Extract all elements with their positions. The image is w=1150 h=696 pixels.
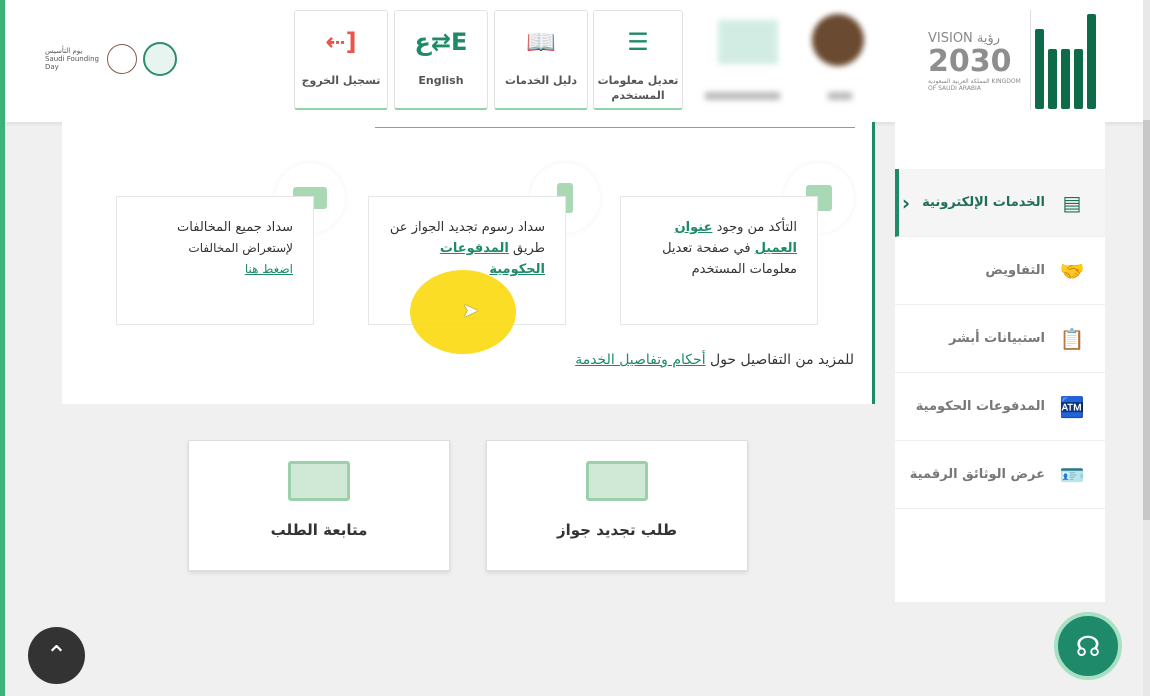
track-request-icon [288, 461, 350, 501]
more-details: للمزيد من التفاصيل حول أحكام وتفاصيل الخ… [575, 352, 854, 368]
scrollbar[interactable] [1143, 0, 1150, 696]
payments-icon: 🏧 [1059, 394, 1085, 419]
avatar[interactable] [812, 14, 864, 66]
blurred-label [705, 92, 780, 100]
logo-divider [1030, 10, 1031, 110]
support-button[interactable]: ☊ [1054, 612, 1122, 680]
chevron-up-icon: ⌃ [45, 640, 68, 671]
mouse-cursor-icon: ➤ [462, 298, 479, 322]
scrollbar-thumb[interactable] [1143, 120, 1150, 520]
divider [375, 127, 855, 128]
survey-icon: 📋 [1059, 326, 1085, 351]
info-card-address: التأكد من وجود عنوان العميل في صفحة تعدي… [620, 196, 818, 325]
ministry-seal [143, 42, 177, 76]
book-icon: 📖 [526, 28, 556, 56]
sidebar-item-gov-payments[interactable]: 🏧 المدفوعات الحكومية [895, 373, 1105, 441]
sidebar-item-eservices[interactable]: ▤ الخدمات الإلكترونية ‹ [895, 169, 1105, 237]
terms-link[interactable]: أحكام وتفاصيل الخدمة [575, 352, 705, 368]
handshake-icon: 🤝 [1059, 258, 1085, 283]
services-guide-button[interactable]: 📖 دليل الخدمات [494, 10, 588, 110]
sidebar-item-digital-documents[interactable]: 🪪 عرض الوثائق الرقمية [895, 441, 1105, 509]
vision-2030-logo: VISION رؤية 2030 المملكة العربية السعودية … [928, 31, 1021, 93]
founding-day-logos: يوم التأسيس Saudi Founding Day [45, 42, 177, 76]
founding-day-logo: يوم التأسيس Saudi Founding Day [45, 47, 99, 71]
founding-day-emblem [107, 44, 137, 74]
renew-passport-button[interactable]: طلب تجديد جواز [486, 440, 748, 571]
click-here-link[interactable]: اضغط هنا [137, 259, 293, 280]
absher-logo [1035, 14, 1096, 109]
eservices-icon: ▤ [1062, 190, 1082, 215]
sidebar-item-surveys[interactable]: 📋 استبيانات أبشر [895, 305, 1105, 373]
logout-icon: ⇠] [325, 28, 357, 56]
chevron-left-icon: ‹ [901, 190, 911, 215]
scroll-to-top-button[interactable]: ⌃ [28, 627, 85, 684]
edit-user-info-button[interactable]: ☰ تعديل معلومات المستخدم [593, 10, 683, 110]
english-button[interactable]: ع⇄E English [394, 10, 488, 110]
sidebar: ▤ الخدمات الإلكترونية ‹ 🤝 التفاويض 📋 استبيان… [895, 122, 1105, 602]
info-card-violations: سداد جميع المخالفات لإستعراض المخالفات اضغ… [116, 196, 314, 325]
headset-icon: ☊ [1075, 629, 1101, 663]
language-icon: ع⇄E [414, 28, 468, 56]
blurred-username [828, 92, 852, 100]
track-request-button[interactable]: متابعة الطلب [188, 440, 450, 571]
documents-icon: 🪪 [1059, 462, 1085, 487]
sliders-icon: ☰ [627, 28, 649, 56]
renew-passport-icon [586, 461, 648, 501]
sidebar-item-delegations[interactable]: 🤝 التفاويض [895, 237, 1105, 305]
logout-button[interactable]: ⇠] تسجيل الخروج [294, 10, 388, 110]
blurred-icon [718, 20, 778, 64]
